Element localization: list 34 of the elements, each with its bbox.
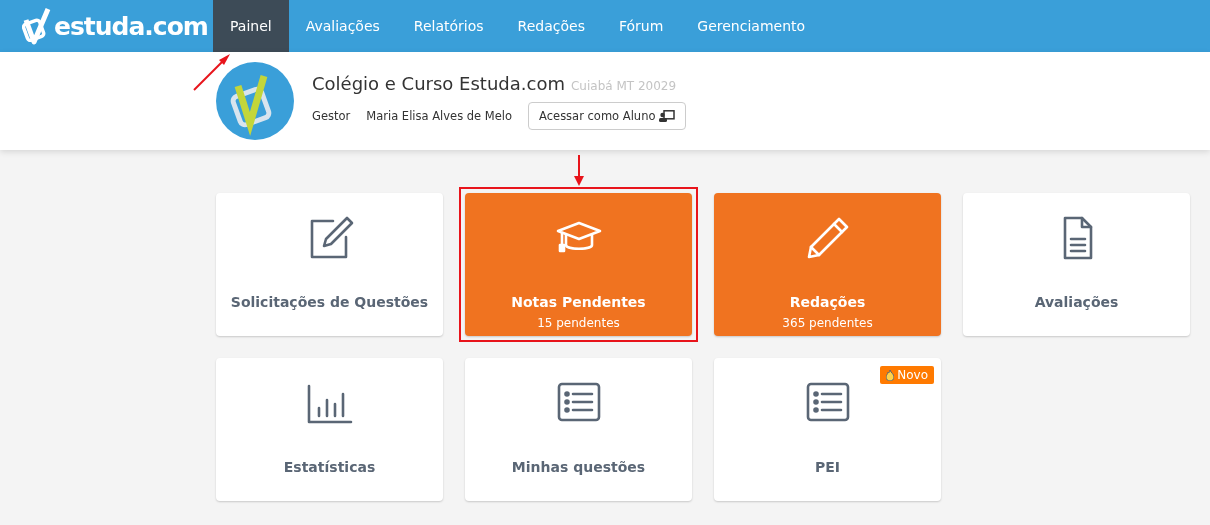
dashboard-card[interactable]: Minhas questões: [465, 358, 692, 501]
nav-tab[interactable]: Avaliações: [288, 0, 397, 52]
user-role: Gestor: [312, 108, 351, 123]
checkmark-logo-icon: [22, 6, 52, 46]
nav-tab[interactable]: Gerenciamento: [680, 0, 823, 52]
card-subtitle: 15 pendentes: [537, 316, 620, 330]
user-name: Maria Elisa Alves de Melo: [366, 108, 513, 123]
card-title: Notas Pendentes: [511, 294, 646, 310]
card-title: Redações: [789, 294, 866, 310]
card-title: Solicitações de Questões: [230, 294, 429, 310]
dashboard-card[interactable]: Estatísticas: [216, 358, 443, 501]
card-title: Avaliações: [1034, 294, 1119, 310]
student-access-button[interactable]: Acessar como Aluno: [528, 101, 687, 130]
card-title: Minhas questões: [511, 459, 646, 475]
dashboard-card[interactable]: Avaliações: [963, 193, 1190, 336]
dashboard-card[interactable]: Redações 365 pendentes: [714, 193, 941, 336]
nav-tab[interactable]: Redações: [500, 0, 602, 52]
logo-text[interactable]: estuda.com: [54, 11, 208, 41]
nav-tab[interactable]: Relatórios: [396, 0, 501, 52]
school-location: Cuiabá MT 20029: [570, 78, 677, 93]
dashboard-card[interactable]: Notas Pendentes 15 pendentes: [465, 193, 692, 336]
school-logo-icon: [216, 62, 294, 140]
nav-tab[interactable]: Fórum: [601, 0, 681, 52]
card-title: Estatísticas: [283, 459, 376, 475]
annotation-arrow: [192, 52, 232, 92]
new-badge: Novo: [880, 366, 934, 384]
dashboard-card[interactable]: Solicitações de Questões: [216, 193, 443, 336]
dashboard-card[interactable]: Novo PEI: [714, 358, 941, 501]
presentation-icon: [659, 109, 676, 122]
nav-tab[interactable]: Painel: [213, 0, 289, 52]
card-title: PEI: [814, 459, 840, 475]
card-subtitle: 365 pendentes: [782, 316, 873, 330]
annotation-arrow: [573, 155, 585, 187]
school-name: Colégio e Curso Estuda.com: [312, 72, 565, 94]
